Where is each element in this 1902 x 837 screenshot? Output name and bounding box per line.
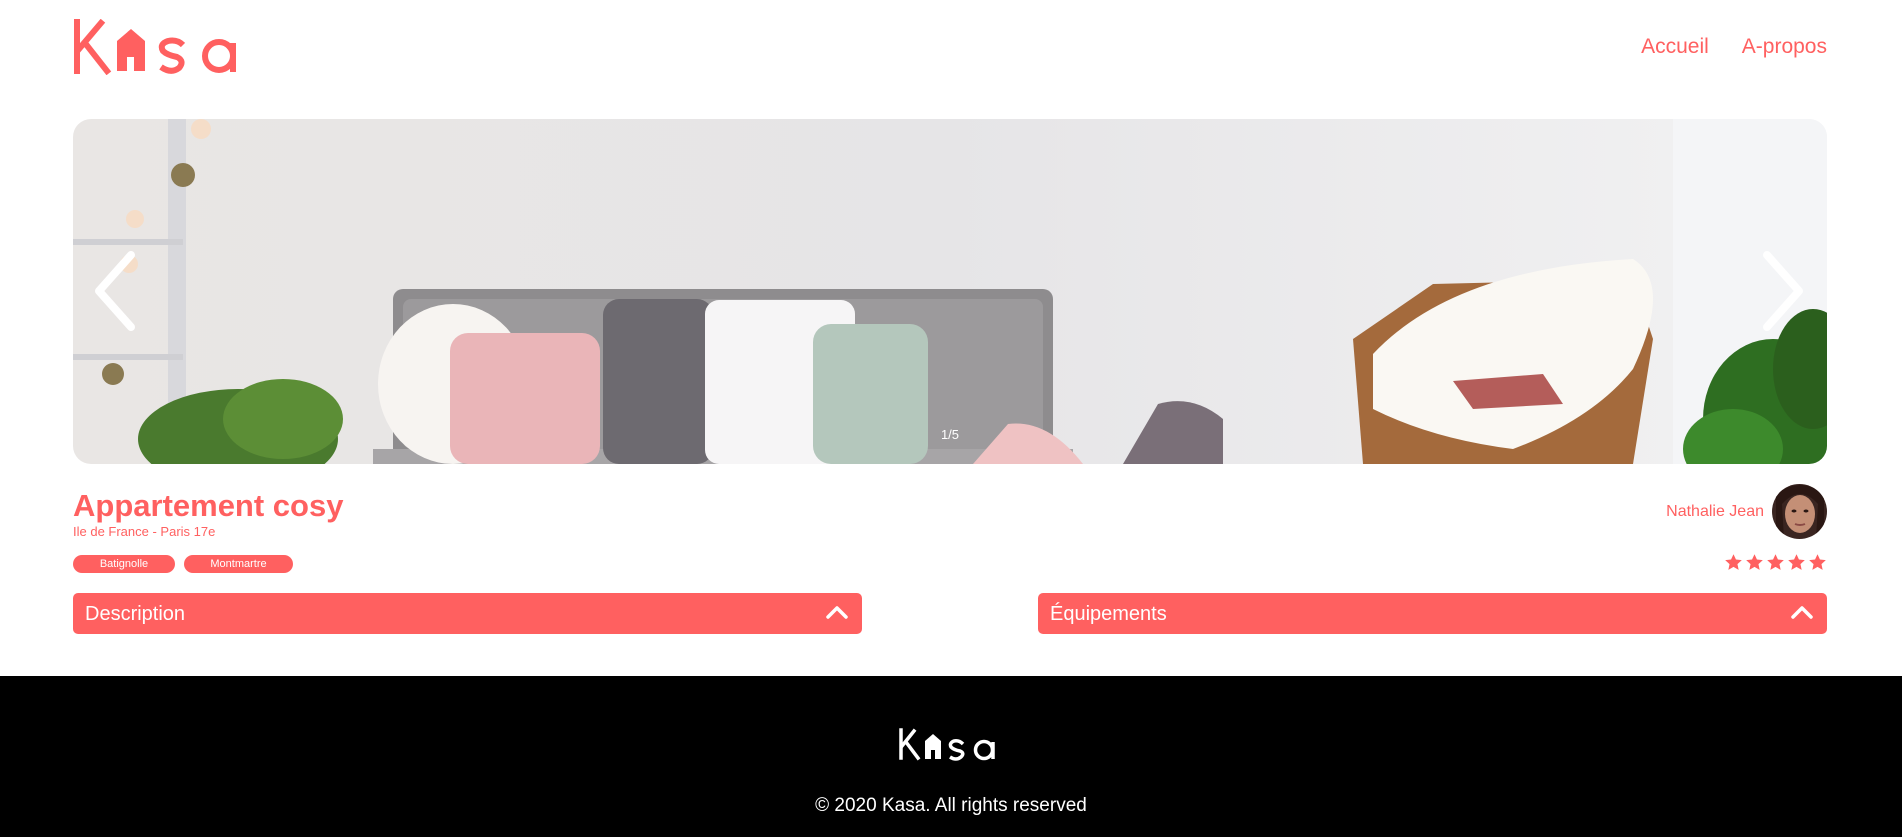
star-icon bbox=[1725, 554, 1742, 570]
star-icon bbox=[1809, 554, 1826, 570]
tag-batignolle: Batignolle bbox=[73, 555, 175, 573]
carousel-prev-button[interactable] bbox=[91, 251, 141, 331]
equipments-collapse-button[interactable]: Équipements bbox=[1038, 593, 1827, 634]
host-info: Nathalie Jean bbox=[1666, 484, 1827, 539]
footer-copyright: © 2020 Kasa. All rights reserved bbox=[815, 795, 1087, 816]
apartment-photo bbox=[73, 119, 1827, 464]
equipments-collapse-label: Équipements bbox=[1050, 603, 1167, 625]
tag-list: Batignolle Montmartre bbox=[73, 555, 293, 573]
star-rating bbox=[1724, 553, 1827, 572]
listing-location: Ile de France - Paris 17e bbox=[73, 524, 216, 539]
kasa-logo[interactable] bbox=[73, 19, 249, 75]
footer: © 2020 Kasa. All rights reserved bbox=[0, 676, 1902, 837]
nav-link-a-propos[interactable]: A-propos bbox=[1742, 35, 1827, 59]
star-icon bbox=[1767, 554, 1784, 570]
chevron-up-icon[interactable] bbox=[1791, 605, 1813, 619]
host-name: Nathalie Jean bbox=[1666, 502, 1764, 520]
listing-title: Appartement cosy bbox=[73, 488, 344, 523]
host-avatar bbox=[1772, 484, 1827, 539]
tag-montmartre: Montmartre bbox=[184, 555, 293, 573]
nav-link-accueil[interactable]: Accueil bbox=[1641, 35, 1709, 59]
image-carousel: 1/5 bbox=[73, 119, 1827, 464]
main-nav: Accueil A-propos bbox=[1641, 35, 1827, 59]
header: Accueil A-propos bbox=[73, 19, 1827, 75]
carousel-next-button[interactable] bbox=[1757, 251, 1807, 331]
carousel-counter: 1/5 bbox=[940, 427, 960, 442]
description-collapse-label: Description bbox=[85, 603, 186, 625]
chevron-up-icon[interactable] bbox=[826, 605, 848, 619]
star-icon bbox=[1788, 554, 1805, 570]
description-collapse-button[interactable]: Description bbox=[73, 593, 862, 634]
star-icon bbox=[1746, 554, 1763, 570]
kasa-footer-logo bbox=[899, 728, 995, 761]
